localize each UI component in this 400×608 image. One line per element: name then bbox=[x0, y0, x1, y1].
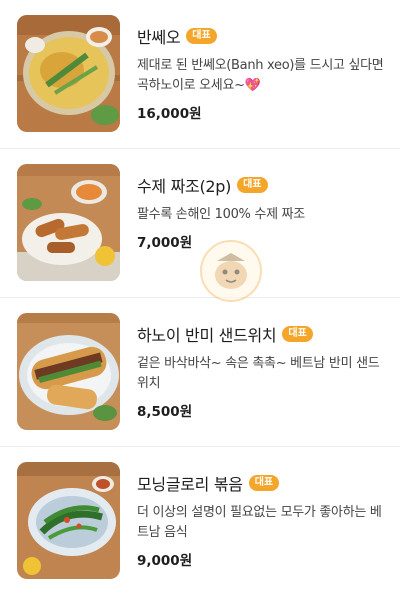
menu-item-price: 9,000원 bbox=[137, 553, 193, 569]
signature-badge: 대표 bbox=[282, 326, 313, 342]
banh-xeo-image[interactable] bbox=[17, 15, 120, 132]
menu-item-price: 7,000원 bbox=[137, 235, 193, 251]
signature-badge: 대표 bbox=[237, 177, 268, 193]
menu-item-description: 겉은 바삭바삭~ 속은 촉촉~ 베트남 반미 샌드위치 bbox=[137, 356, 380, 391]
menu-item-spring-roll[interactable]: 수제 짜조(2p) 대표 팔수록 손해인 100% 수제 짜조 7,000원 bbox=[0, 149, 400, 298]
menu-item-banh-xeo[interactable]: 반쎄오 대표 제대로 된 반쎄오(Banh xeo)를 드시고 싶다면 곡하노이… bbox=[0, 0, 400, 149]
menu-item-banh-mi[interactable]: 하노이 반미 샌드위치 대표 겉은 바삭바삭~ 속은 촉촉~ 베트남 반미 샌드… bbox=[0, 298, 400, 447]
menu-item-description: 더 이상의 설명이 필요없는 모두가 좋아하는 베트남 음식 bbox=[137, 505, 382, 540]
menu-item-name: 수제 짜조(2p) bbox=[137, 177, 232, 196]
menu-item-description: 제대로 된 반쎄오(Banh xeo)를 드시고 싶다면 곡하노이로 오세요~💖 bbox=[137, 58, 384, 93]
banh-mi-image[interactable] bbox=[17, 313, 120, 430]
menu-list: 반쎄오 대표 제대로 된 반쎄오(Banh xeo)를 드시고 싶다면 곡하노이… bbox=[0, 0, 400, 596]
signature-badge: 대표 bbox=[248, 475, 280, 491]
menu-item-name: 반쎄오 bbox=[137, 28, 181, 47]
heart-emoji: 💖 bbox=[244, 78, 261, 93]
morning-glory-image[interactable] bbox=[17, 462, 120, 579]
signature-badge: 대표 bbox=[186, 28, 217, 44]
menu-item-price: 8,500원 bbox=[137, 404, 193, 420]
menu-item-name: 모닝글로리 볶음 bbox=[137, 475, 243, 494]
menu-item-name: 하노이 반미 샌드위치 bbox=[137, 326, 277, 345]
spring-roll-image[interactable] bbox=[17, 164, 120, 281]
menu-item-description: 팔수록 손해인 100% 수제 짜조 bbox=[137, 207, 305, 222]
menu-item-price: 16,000원 bbox=[137, 106, 202, 122]
menu-item-morning-glory[interactable]: 모닝글로리 볶음 대표 더 이상의 설명이 필요없는 모두가 좋아하는 베트남 … bbox=[0, 447, 400, 596]
